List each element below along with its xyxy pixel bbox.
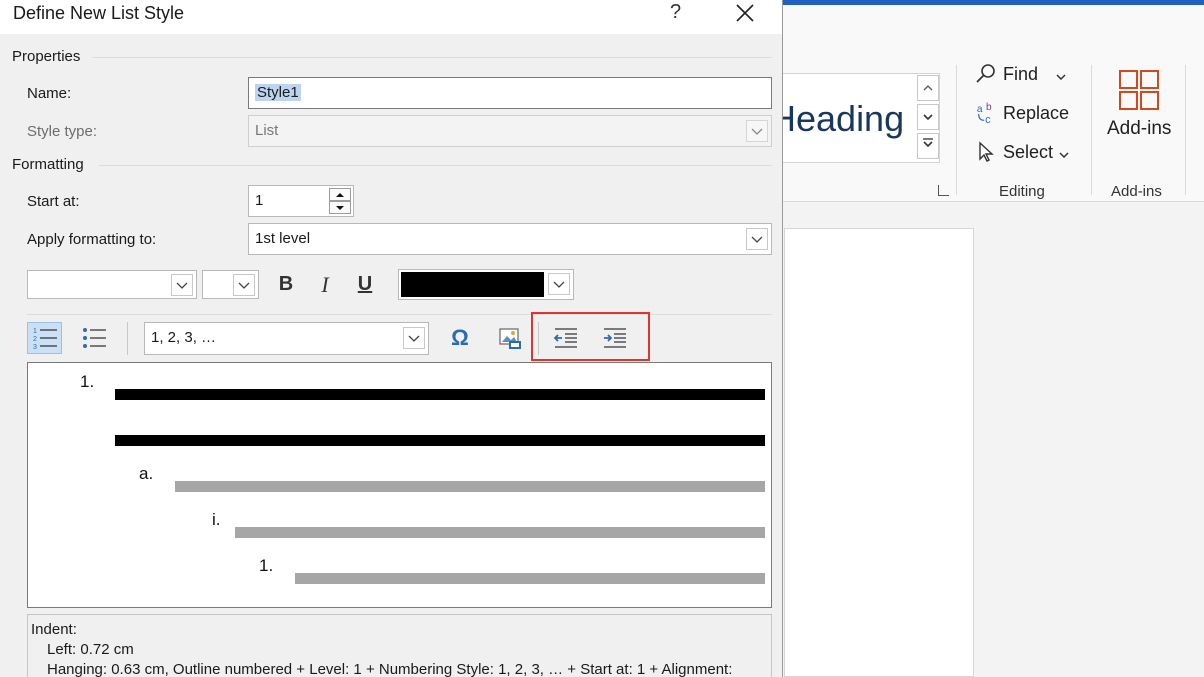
style-type-label: Style type:	[27, 123, 98, 140]
section-divider	[92, 57, 772, 58]
apply-formatting-to-select[interactable]: 1st level	[248, 223, 772, 255]
font-color-swatch	[401, 272, 544, 297]
select-button[interactable]: Select	[975, 141, 1069, 163]
list-preview: 1. a. i. 1.	[27, 362, 772, 608]
picture-bullet-icon	[499, 328, 521, 349]
gallery-scroll-down[interactable]	[917, 104, 939, 130]
name-field[interactable]: Style1	[248, 77, 772, 109]
numbered-list-button[interactable]: 1 2 3	[27, 322, 62, 354]
ribbon-separator	[1185, 65, 1186, 195]
underline-button[interactable]: U	[352, 270, 378, 299]
svg-text:a: a	[977, 104, 983, 115]
find-label: Find	[1003, 63, 1039, 84]
bulleted-list-icon	[82, 328, 106, 348]
gallery-scroll-up[interactable]	[917, 75, 939, 101]
chevron-down-icon[interactable]	[233, 274, 255, 296]
preview-level-4-line	[295, 573, 765, 584]
italic-button[interactable]: I	[312, 270, 338, 299]
style-heading-preview[interactable]: Heading	[770, 98, 904, 140]
start-at-value: 1	[255, 192, 264, 209]
formatting-section-label: Formatting	[12, 156, 84, 173]
editing-group-label: Editing	[999, 183, 1045, 200]
preview-level-3-number: i.	[212, 510, 221, 529]
svg-text:b: b	[986, 102, 992, 113]
preview-level-1-line	[115, 389, 765, 400]
preview-level-3-line	[235, 527, 765, 538]
chevron-down-icon[interactable]	[548, 273, 570, 295]
spin-up-button[interactable]	[329, 188, 351, 201]
font-color-select[interactable]	[398, 269, 574, 300]
insert-symbol-button[interactable]: Ω	[444, 322, 476, 354]
start-at-label: Start at:	[27, 193, 80, 210]
chevron-down-icon	[1059, 142, 1069, 163]
name-field-value: Style1	[255, 84, 301, 101]
addins-group-label: Add-ins	[1111, 183, 1162, 200]
select-label: Select	[1003, 141, 1054, 162]
font-size-select[interactable]	[202, 270, 259, 299]
toolbar-separator	[127, 322, 128, 355]
preview-level-2-number: a.	[139, 464, 154, 483]
name-label: Name:	[27, 85, 72, 102]
font-select[interactable]	[27, 270, 197, 299]
close-button[interactable]	[735, 0, 755, 27]
numbering-style-select[interactable]: 1, 2, 3, …	[144, 322, 429, 355]
chevron-down-icon	[1056, 64, 1066, 85]
replace-icon: abc	[975, 102, 997, 126]
svg-text:c: c	[985, 114, 991, 126]
toolbar-divider	[27, 314, 772, 315]
ribbon-separator	[956, 65, 957, 195]
bold-button[interactable]: B	[273, 270, 299, 299]
insert-picture-button[interactable]	[494, 322, 526, 354]
find-button[interactable]: Find	[975, 63, 1066, 85]
define-new-list-style-dialog: Define New List Style ? Properties Name:…	[0, 0, 783, 677]
cursor-arrow-icon	[975, 141, 997, 163]
description-line: Left: 0.72 cm	[47, 641, 134, 658]
properties-section-label: Properties	[12, 48, 81, 65]
styles-dialog-launcher[interactable]	[938, 185, 949, 196]
description-line: Indent:	[31, 621, 77, 638]
ribbon-separator	[1091, 65, 1092, 195]
preview-level-1-number: 1.	[80, 372, 95, 391]
chevron-down-icon[interactable]	[746, 228, 768, 250]
dialog-title: Define New List Style	[13, 3, 185, 23]
style-type-select: List	[248, 115, 772, 147]
replace-label: Replace	[1003, 102, 1070, 123]
apply-formatting-to-value: 1st level	[255, 230, 311, 247]
dialog-titlebar: Define New List Style ?	[0, 0, 782, 34]
addins-button-label[interactable]: Add-ins	[1107, 118, 1171, 140]
indent-buttons-highlight	[531, 312, 650, 361]
preview-level-1-line	[115, 435, 765, 446]
preview-level-2-line	[175, 481, 765, 492]
numbering-style-value: 1, 2, 3, …	[151, 329, 217, 346]
close-icon	[736, 4, 754, 22]
chevron-down-icon[interactable]	[171, 274, 193, 296]
numbered-list-icon: 1 2 3	[33, 328, 57, 351]
gallery-more-button[interactable]	[917, 133, 939, 159]
spin-down-button[interactable]	[329, 201, 351, 214]
section-divider	[99, 165, 772, 166]
svg-text:2: 2	[33, 336, 37, 343]
svg-text:3: 3	[33, 344, 37, 351]
chevron-down-icon[interactable]	[403, 327, 425, 349]
search-icon	[975, 63, 997, 85]
style-type-value: List	[255, 122, 279, 139]
document-page[interactable]	[784, 228, 974, 677]
addins-icon[interactable]	[1118, 69, 1160, 111]
start-at-spinner[interactable]: 1	[248, 185, 354, 217]
description-line: Hanging: 0.63 cm, Outline numbered + Lev…	[47, 661, 733, 677]
style-description: Indent: Left: 0.72 cm Hanging: 0.63 cm, …	[27, 614, 772, 677]
apply-formatting-to-label: Apply formatting to:	[27, 231, 157, 248]
chevron-down-icon	[746, 120, 768, 142]
preview-level-4-number: 1.	[259, 556, 274, 575]
replace-button[interactable]: abc Replace	[975, 102, 1070, 126]
bulleted-list-button[interactable]	[76, 322, 111, 354]
help-button[interactable]: ?	[670, 1, 681, 24]
svg-text:1: 1	[33, 328, 37, 335]
